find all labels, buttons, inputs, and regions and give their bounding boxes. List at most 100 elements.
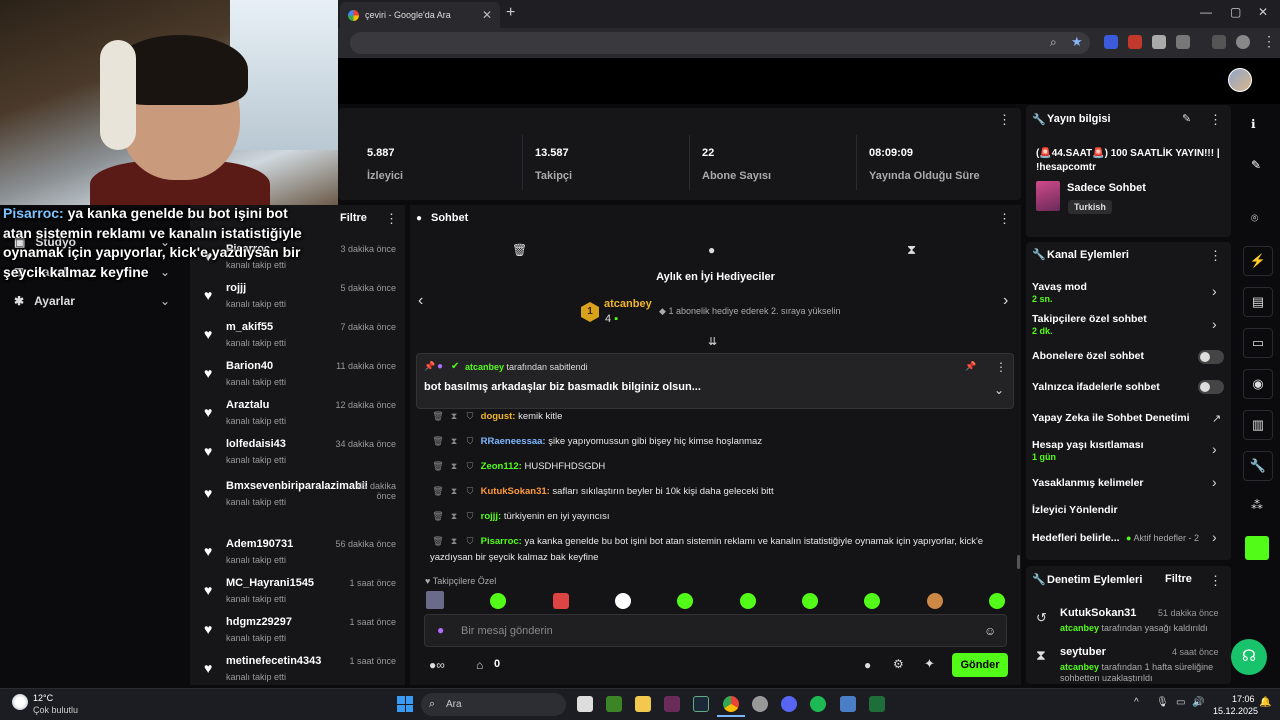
app-icon[interactable] <box>840 696 856 712</box>
account-age-label[interactable]: Hesap yaşı kısıtlaması <box>1032 439 1144 451</box>
language-tag[interactable]: Turkish <box>1068 200 1112 214</box>
layout-icon[interactable]: ▥ <box>1243 410 1273 440</box>
new-tab-button[interactable]: + <box>506 4 515 22</box>
follower-name[interactable]: MC_Hayrani1545 <box>226 577 314 589</box>
hourglass-icon[interactable]: ⧗ <box>446 433 462 449</box>
chevron-right-icon[interactable]: › <box>1212 316 1217 332</box>
emote[interactable] <box>740 593 756 609</box>
info-icon[interactable]: ℹ <box>1251 117 1256 131</box>
follower-row[interactable]: ♥ lolfedaisi43 kanalı takip etti 34 dakika … <box>201 438 401 476</box>
send-button[interactable]: Gönder <box>952 653 1008 677</box>
chat-username[interactable]: Pisarroc: <box>481 536 522 547</box>
external-link-icon[interactable]: ↗ <box>1212 412 1221 425</box>
more-options-icon[interactable]: ⋮ <box>998 211 1011 227</box>
taskbar-time[interactable]: 17:06 <box>1232 694 1255 704</box>
chevron-right-icon[interactable]: › <box>1212 283 1217 299</box>
microphone-icon[interactable]: 🎙 <box>1156 697 1169 708</box>
follower-row[interactable]: ♥ Barion40 kanalı takip etti 11 dakika önce <box>201 360 401 398</box>
emote-only-toggle[interactable] <box>1198 380 1224 394</box>
weather-icon[interactable] <box>12 694 28 710</box>
edit-icon[interactable]: ✎ <box>1182 112 1191 125</box>
chat-username[interactable]: RRaeneessaa: <box>481 436 546 447</box>
hourglass-icon[interactable]: ⧗ <box>446 408 462 424</box>
volume-icon[interactable]: 🔊 <box>1192 697 1204 708</box>
hourglass-icon[interactable]: ⧗ <box>446 458 462 474</box>
profile-icon[interactable] <box>1236 35 1250 49</box>
scroll-down-icon[interactable]: ⇊ <box>708 335 717 348</box>
minimize-button[interactable]: — <box>1200 5 1212 19</box>
gear-icon[interactable]: ⚙ <box>893 657 904 671</box>
chat-username[interactable]: Zeon112: <box>481 461 522 472</box>
windows-start-icon[interactable] <box>397 696 413 712</box>
bookmark-star-icon[interactable]: ★ <box>1071 34 1083 50</box>
hourglass-icon[interactable]: ⧗ <box>907 242 916 258</box>
task-view-icon[interactable] <box>577 696 593 712</box>
chevron-right-icon[interactable]: › <box>1212 441 1217 457</box>
support-headset-icon[interactable]: ☊ <box>1231 639 1267 675</box>
chevron-right-icon[interactable]: › <box>1212 529 1217 545</box>
trash-icon[interactable]: 🗑 <box>430 458 446 474</box>
more-options-icon[interactable]: ⋮ <box>998 112 1011 128</box>
weather-desc[interactable]: Çok bulutlu <box>33 705 78 715</box>
top-gifter-name[interactable]: atcanbey <box>604 298 652 310</box>
minecraft-icon[interactable] <box>606 696 622 712</box>
follower-row[interactable]: ♥ MC_Hayrani1545 kanalı takip etti 1 saat ö… <box>201 577 401 615</box>
follower-name[interactable]: hdgmz29297 <box>226 616 292 628</box>
mod-target-user[interactable]: seytuber <box>1060 646 1106 658</box>
chevron-up-icon[interactable]: ^ <box>1134 697 1139 708</box>
browser-menu-icon[interactable]: ⋮ <box>1262 33 1276 50</box>
follower-name[interactable]: Araztalu <box>226 399 269 411</box>
emote[interactable] <box>864 593 880 609</box>
tab-close-icon[interactable]: ✕ <box>482 8 492 22</box>
spotify-icon[interactable] <box>810 696 826 712</box>
pencil-icon[interactable]: ✎ <box>1251 158 1261 172</box>
follower-name[interactable]: rojjj <box>226 282 246 294</box>
emote[interactable] <box>553 593 569 609</box>
banned-words-label[interactable]: Yasaklanmış kelimeler <box>1032 477 1144 489</box>
wrench-tool-icon[interactable]: 🔧 <box>1243 451 1273 481</box>
broadcast-icon[interactable]: ◉ <box>1243 369 1273 399</box>
sidebar-item-settings[interactable]: ✱ Ayarlar <box>14 291 75 311</box>
chat-username[interactable]: rojjj: <box>481 511 502 522</box>
emote[interactable] <box>677 593 693 609</box>
followers-only-chat-label[interactable]: Takipçilere özel sohbet <box>1032 313 1147 325</box>
hourglass-icon[interactable]: ⧗ <box>446 508 462 524</box>
filter-button[interactable]: Filtre <box>1165 573 1192 585</box>
chat-username[interactable]: KutukSokan31: <box>481 486 550 497</box>
chevron-down-icon[interactable]: ⌄ <box>160 294 170 308</box>
slow-mode-label[interactable]: Yavaş mod <box>1032 281 1087 293</box>
trash-icon[interactable]: 🗑 <box>430 508 446 524</box>
extension-icon[interactable] <box>1104 35 1118 49</box>
app-icon[interactable] <box>664 696 680 712</box>
browser-tab[interactable]: çeviri - Google'da Ara ✕ <box>340 2 500 28</box>
follower-row[interactable]: ♥ Adem190731 kanalı takip etti 56 dakika ön… <box>201 538 401 576</box>
zoom-icon[interactable]: ⌕ <box>1050 35 1057 50</box>
close-window-button[interactable]: ✕ <box>1258 5 1268 19</box>
document-icon[interactable]: ▤ <box>1243 287 1273 317</box>
chat-scrollbar[interactable] <box>1017 555 1020 569</box>
app-icon[interactable] <box>869 696 885 712</box>
trash-icon[interactable]: 🗑 <box>430 533 446 549</box>
emote[interactable] <box>802 593 818 609</box>
chat-bubble-icon[interactable]: ● <box>864 658 871 672</box>
ai-moderation-label[interactable]: Yapay Zeka ile Sohbet Denetimi <box>1032 412 1190 424</box>
maximize-button[interactable]: ▢ <box>1230 5 1241 19</box>
app-icon[interactable] <box>752 696 768 712</box>
follower-row[interactable]: ♥ m_akif55 kanalı takip etti 7 dakika önce <box>201 321 401 359</box>
follower-name[interactable]: Bmxsevenbiriparalazimabii <box>226 480 368 492</box>
more-options-icon[interactable]: ⋮ <box>1209 248 1222 264</box>
extension-widget-icon[interactable] <box>1245 536 1269 560</box>
mod-tools-icon[interactable]: ✦ <box>924 656 935 672</box>
integrations-icon[interactable]: ⁂ <box>1251 498 1263 512</box>
follower-row[interactable]: ♥ Bmxsevenbiriparalazimabii kanalı takip e… <box>201 480 401 518</box>
follower-name[interactable]: lolfedaisi43 <box>226 438 286 450</box>
emote[interactable] <box>989 593 1005 609</box>
store-icon[interactable]: ⌂ <box>476 658 483 672</box>
set-goals-label[interactable]: Hedefleri belirle... <box>1032 532 1120 544</box>
trash-icon[interactable]: 🗑 <box>430 433 446 449</box>
chat-bubble-icon[interactable]: ● <box>708 243 715 257</box>
file-explorer-icon[interactable] <box>635 696 651 712</box>
trash-icon[interactable]: 🗑 <box>430 408 446 424</box>
more-options-icon[interactable]: ⋮ <box>1209 112 1222 128</box>
category-name[interactable]: Sadece Sohbet <box>1067 182 1146 194</box>
